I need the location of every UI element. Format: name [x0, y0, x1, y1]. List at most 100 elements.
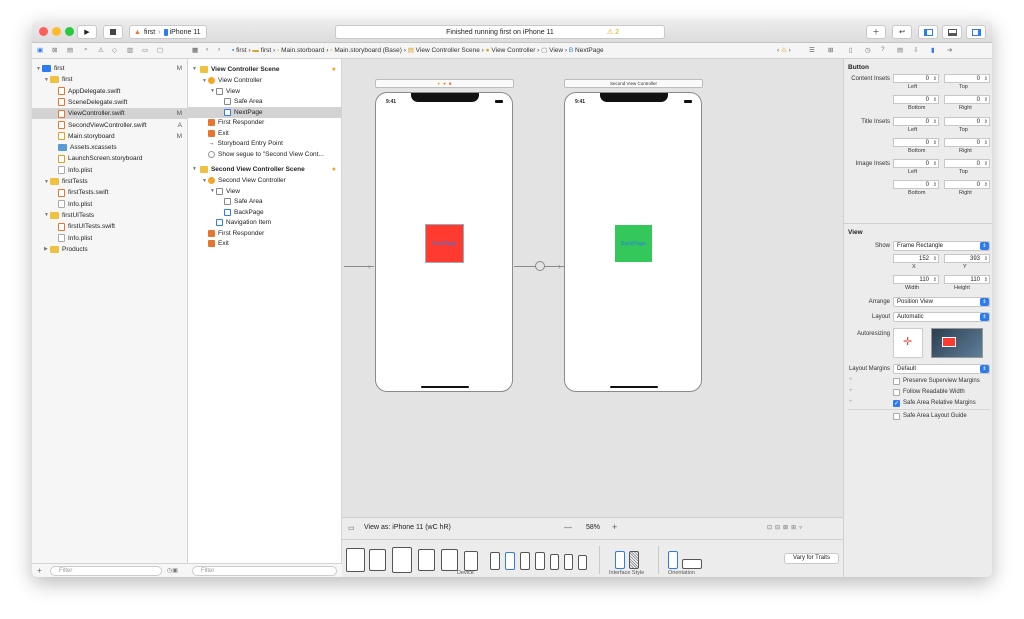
device-iphone-8-icon[interactable] — [550, 554, 559, 570]
x-field[interactable]: 152 ⇕ — [893, 254, 939, 263]
device-iphone-8-plus-icon[interactable] — [535, 552, 545, 570]
outline-row[interactable]: Exit — [188, 128, 342, 139]
width-field[interactable]: 110 ⇕ — [893, 275, 939, 284]
image-insets-bottom-field[interactable]: 0 ⇕ — [893, 180, 939, 189]
breadcrumb-storyboard[interactable]: ▫ Main.storboard — [277, 47, 324, 54]
outline-row[interactable]: → Storyboard Entry Point — [188, 138, 342, 149]
scene1-phone[interactable]: 9:41 NextPage — [375, 92, 513, 392]
zoom-out-button[interactable]: — — [564, 523, 572, 532]
outline-row[interactable]: Navigation Item — [188, 217, 342, 228]
code-review-button[interactable]: ↩ — [892, 25, 912, 39]
safe-area-guide-checkbox[interactable] — [893, 413, 900, 420]
navigator-row[interactable]: ViewController.swift M — [32, 108, 188, 120]
scene2-dock[interactable]: Second View Controller — [564, 79, 703, 88]
plus-icon[interactable]: + — [849, 388, 853, 394]
zoom-button[interactable] — [65, 27, 74, 36]
device-iphone-11-pro-max-icon[interactable] — [464, 551, 478, 571]
scene1-dock[interactable]: ● ● ■ — [375, 79, 514, 88]
content-insets-bottom-field[interactable]: 0 ⇕ — [893, 95, 939, 104]
editor-options-icon[interactable]: ☰ — [809, 46, 815, 54]
stepper-icon[interactable]: ⇕ — [933, 276, 937, 284]
issue-stepper[interactable]: ‹ ⚠ › — [777, 46, 791, 54]
file-inspector-icon[interactable]: ▯ — [849, 46, 853, 54]
connections-inspector-icon[interactable]: ➔ — [947, 46, 952, 54]
recent-files-icon[interactable]: ◷▣ — [167, 567, 178, 574]
close-button[interactable] — [39, 27, 48, 36]
stepper-icon[interactable]: ⇕ — [933, 160, 937, 168]
light-mode-icon[interactable] — [615, 551, 625, 569]
stepper-icon[interactable]: ⇕ — [933, 139, 937, 147]
arrange-popup[interactable]: Position View ⇕ — [893, 297, 990, 307]
device-iphone-11-icon[interactable] — [505, 552, 515, 570]
stepper-icon[interactable]: ⇕ — [984, 181, 988, 189]
navigator-row[interactable]: SceneDelegate.swift — [32, 97, 188, 108]
navigator-row[interactable]: LaunchScreen.storyboard — [32, 153, 188, 164]
grid-icon[interactable]: ▦ — [192, 46, 198, 54]
outline-row[interactable]: NextPage — [188, 106, 342, 118]
breadcrumb-project[interactable]: ▪ first — [232, 47, 247, 54]
content-insets-top-field[interactable]: 0 ⇕ — [944, 74, 990, 83]
scheme-selector[interactable]: ▲ first › iPhone 11 — [129, 25, 207, 39]
stop-button[interactable] — [103, 25, 123, 39]
image-insets-left-field[interactable]: 0 ⇕ — [893, 159, 939, 168]
device-ipad-icon[interactable] — [418, 549, 435, 571]
navigator-row[interactable]: ▼ first — [32, 74, 188, 85]
navigator-row[interactable]: Info.plist — [32, 165, 188, 176]
back-page-button[interactable]: BackPage — [615, 225, 652, 262]
title-insets-bottom-field[interactable]: 0 ⇕ — [893, 138, 939, 147]
stepper-icon[interactable]: ⇕ — [984, 276, 988, 284]
portrait-icon[interactable] — [668, 551, 678, 569]
source-control-icon[interactable]: ⊠ — [52, 46, 57, 54]
follow-readable-checkbox[interactable] — [893, 389, 900, 396]
segue-icon[interactable] — [535, 261, 545, 271]
breadcrumb-folder[interactable]: ▬ first — [252, 47, 271, 54]
zoom-in-button[interactable]: + — [612, 522, 617, 532]
layout-margins-popup[interactable]: Default ⇕ — [893, 364, 990, 374]
title-insets-left-field[interactable]: 0 ⇕ — [893, 117, 939, 126]
stepper-icon[interactable]: ⇕ — [984, 118, 988, 126]
outline-row[interactable]: ▼ View — [188, 186, 342, 197]
content-insets-right-field[interactable]: 0 ⇕ — [944, 95, 990, 104]
navigator-row[interactable]: firstTests.swift — [32, 187, 188, 198]
layout-tools-icon[interactable]: ⊡⊟⊠⊞▿ — [767, 524, 805, 531]
breadcrumb-view-controller[interactable]: ● View Controller — [486, 47, 536, 54]
stepper-icon[interactable]: ⇕ — [984, 75, 988, 83]
image-insets-top-field[interactable]: 0 ⇕ — [944, 159, 990, 168]
outline-row[interactable]: Exit — [188, 238, 342, 249]
navigator-row[interactable]: ▼ first M — [32, 63, 188, 74]
device-ipad-pro-12-icon[interactable] — [346, 548, 365, 572]
navigator-row[interactable]: ▼ firstUITests — [32, 210, 188, 221]
stepper-icon[interactable]: ⇕ — [933, 181, 937, 189]
height-field[interactable]: 110 ⇕ — [944, 275, 990, 284]
stepper-icon[interactable]: ⇕ — [984, 160, 988, 168]
device-iphone-xs-max-icon[interactable] — [490, 552, 500, 570]
size-inspector-icon[interactable]: ▮ — [931, 46, 935, 54]
outline-toggle-icon[interactable]: ▭ — [348, 524, 355, 532]
toggle-debug-button[interactable] — [942, 25, 962, 39]
device-ipad-air-icon[interactable] — [392, 547, 412, 573]
vary-for-traits-button[interactable]: Vary for Traits — [784, 553, 839, 564]
title-insets-top-field[interactable]: 0 ⇕ — [944, 117, 990, 126]
stepper-icon[interactable]: ⇕ — [933, 96, 937, 104]
stepper-icon[interactable]: ⇕ — [933, 255, 937, 263]
breadcrumb-view[interactable]: ▢ View — [541, 47, 563, 54]
outline-row[interactable]: Show segue to "Second View Cont... — [188, 149, 342, 160]
identity-inspector-icon[interactable]: ▤ — [897, 46, 903, 54]
breadcrumb-scene[interactable]: ▤ View Controller Scene — [408, 47, 480, 54]
navigator-row[interactable]: SecondViewController.swift A — [32, 120, 188, 131]
safe-area-relative-checkbox[interactable]: ✓ — [893, 400, 900, 407]
breadcrumb-button[interactable]: B NextPage — [569, 47, 604, 54]
help-inspector-icon[interactable]: ? — [881, 46, 885, 53]
next-page-button[interactable]: NextPage — [425, 224, 464, 263]
outline-row[interactable]: First Responder — [188, 228, 342, 239]
add-icon[interactable]: + — [37, 566, 42, 575]
scene2-header[interactable]: ▼ Second View Controller Scene ● — [188, 163, 342, 175]
layout-popup[interactable]: Automatic ⇕ — [893, 312, 990, 322]
device-ipad-pro-11-icon[interactable] — [369, 549, 386, 571]
outline-row[interactable]: ▼ Second View Controller — [188, 175, 342, 186]
disclosure-down-icon[interactable]: ▼ — [192, 166, 197, 172]
outline-row[interactable]: First Responder — [188, 117, 342, 128]
find-navigator-icon[interactable]: ⌕ — [84, 46, 88, 54]
add-editor-icon[interactable]: ⊞ — [828, 46, 833, 54]
outline-row[interactable]: ▼ View Controller — [188, 75, 342, 86]
